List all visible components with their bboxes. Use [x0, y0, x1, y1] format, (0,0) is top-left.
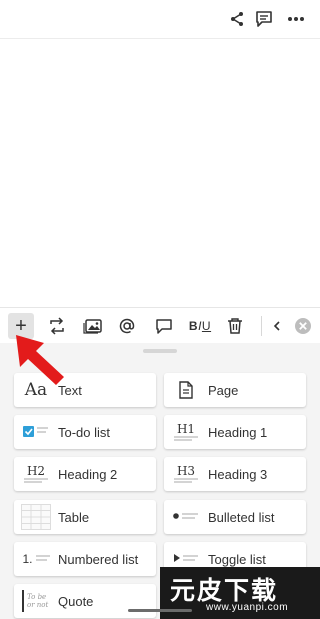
page-icon — [168, 373, 204, 407]
block-label: Heading 3 — [208, 466, 268, 482]
table-icon — [18, 500, 54, 534]
heading1-icon: H1 — [174, 421, 198, 441]
block-page[interactable]: Page — [164, 373, 306, 407]
watermark-site: www.yuanpi.com — [206, 602, 289, 613]
block-table[interactable]: Table — [14, 500, 156, 534]
block-label: To-do list — [58, 424, 111, 440]
image-icon[interactable] — [80, 313, 106, 339]
todo-icon — [18, 415, 54, 449]
comment-block-icon[interactable] — [151, 313, 177, 339]
block-label: Toggle list — [208, 551, 266, 567]
block-numbered-list[interactable]: 1. Numbered list — [14, 542, 156, 576]
numbered-list-icon: 1. — [22, 552, 50, 566]
block-todo-list[interactable]: To-do list — [14, 415, 156, 449]
more-options-icon[interactable] — [285, 8, 307, 30]
block-heading-1[interactable]: H1 Heading 1 — [164, 415, 306, 449]
text-style-button[interactable]: BIU — [184, 313, 216, 339]
block-label: Quote — [58, 593, 94, 609]
quote-icon: To be or not — [18, 584, 54, 618]
block-label: Bulleted list — [208, 509, 275, 525]
chevron-left-icon[interactable] — [270, 313, 284, 339]
delete-icon[interactable] — [222, 313, 248, 339]
heading2-icon: H2 — [24, 463, 48, 483]
block-quote[interactable]: To be or not Quote — [14, 584, 156, 618]
mention-icon[interactable] — [114, 313, 140, 339]
home-indicator[interactable] — [128, 609, 192, 612]
block-label: Numbered list — [58, 551, 139, 567]
share-icon[interactable] — [226, 8, 248, 30]
block-label: Heading 2 — [58, 466, 118, 482]
block-bulleted-list[interactable]: Bulleted list — [164, 500, 306, 534]
block-label: Table — [58, 509, 90, 525]
comment-icon[interactable] — [253, 8, 275, 30]
editor-area[interactable] — [0, 39, 320, 307]
close-icon[interactable] — [290, 313, 316, 339]
block-heading-3[interactable]: H3 Heading 3 — [164, 457, 306, 491]
top-bar — [0, 0, 320, 39]
pointer-arrow-icon — [16, 335, 64, 385]
sheet-handle[interactable] — [143, 349, 177, 353]
block-label: Page — [208, 382, 239, 398]
bulleted-list-icon — [168, 500, 204, 534]
toolbar-divider — [261, 316, 262, 336]
block-label: Heading 1 — [208, 424, 268, 440]
heading3-icon: H3 — [174, 463, 198, 483]
block-heading-2[interactable]: H2 Heading 2 — [14, 457, 156, 491]
